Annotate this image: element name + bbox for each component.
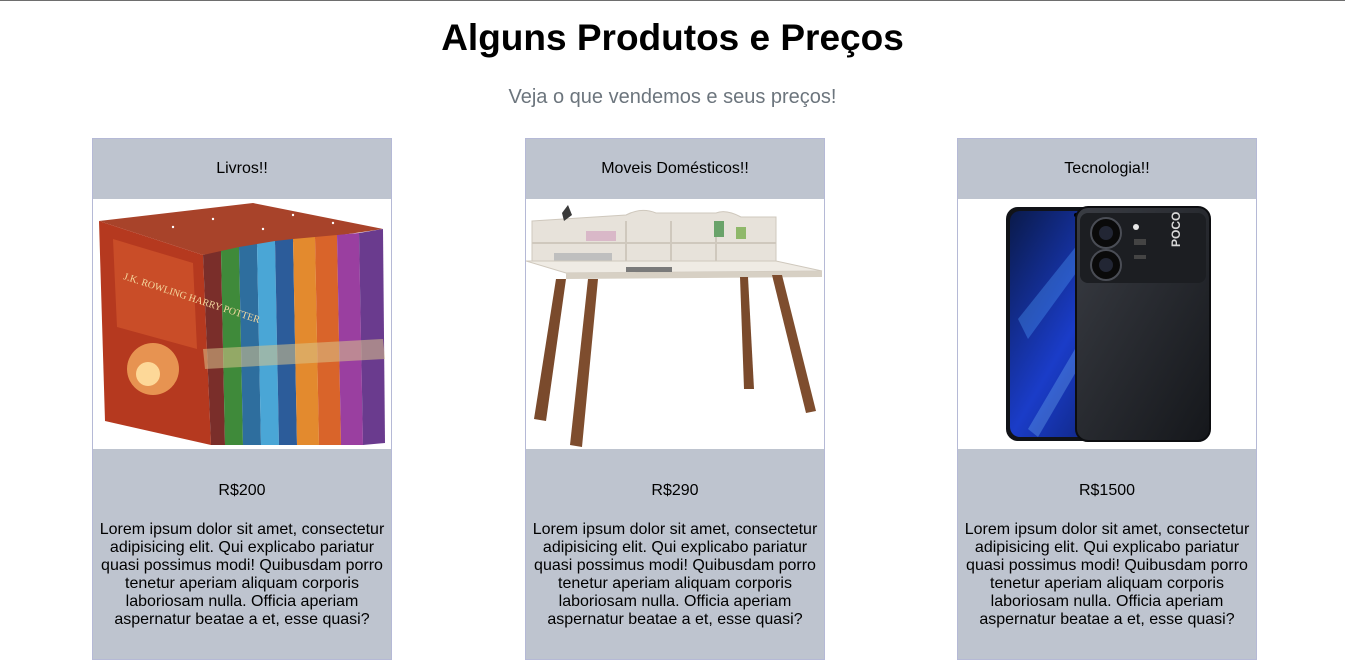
- book-box-set-image: J.K. ROWLING HARRY POTTER: [93, 199, 391, 449]
- page-title: Alguns Produtos e Preços: [441, 17, 904, 58]
- top-divider: [0, 0, 1345, 1]
- phone-brand-text: POCO: [1169, 212, 1183, 247]
- product-price: R$290: [651, 482, 699, 499]
- product-card-moveis: Moveis Domésticos!! R$290 Lorem ipsum do…: [525, 138, 825, 660]
- product-card-livros: Livros!! J.K. ROWLING HARRY POTTER R$200…: [92, 138, 392, 660]
- smartphone-image: POCO: [958, 199, 1256, 449]
- product-description: Lorem ipsum dolor sit amet, consectetur …: [964, 521, 1250, 628]
- card-category-title: Moveis Domésticos!!: [601, 160, 749, 177]
- product-description: Lorem ipsum dolor sit amet, consectetur …: [99, 521, 385, 628]
- product-description: Lorem ipsum dolor sit amet, consectetur …: [532, 521, 818, 628]
- desk-image: [526, 199, 824, 449]
- card-category-title: Tecnologia!!: [1064, 160, 1150, 177]
- product-card-tecnologia: Tecnologia!! POCO R$1500 Lorem ipsum dol…: [957, 138, 1257, 660]
- card-category-title: Livros!!: [216, 160, 268, 177]
- product-price: R$1500: [1078, 482, 1136, 499]
- product-price: R$200: [218, 482, 266, 499]
- page-subtitle: Veja o que vendemos e seus preços!: [508, 86, 837, 108]
